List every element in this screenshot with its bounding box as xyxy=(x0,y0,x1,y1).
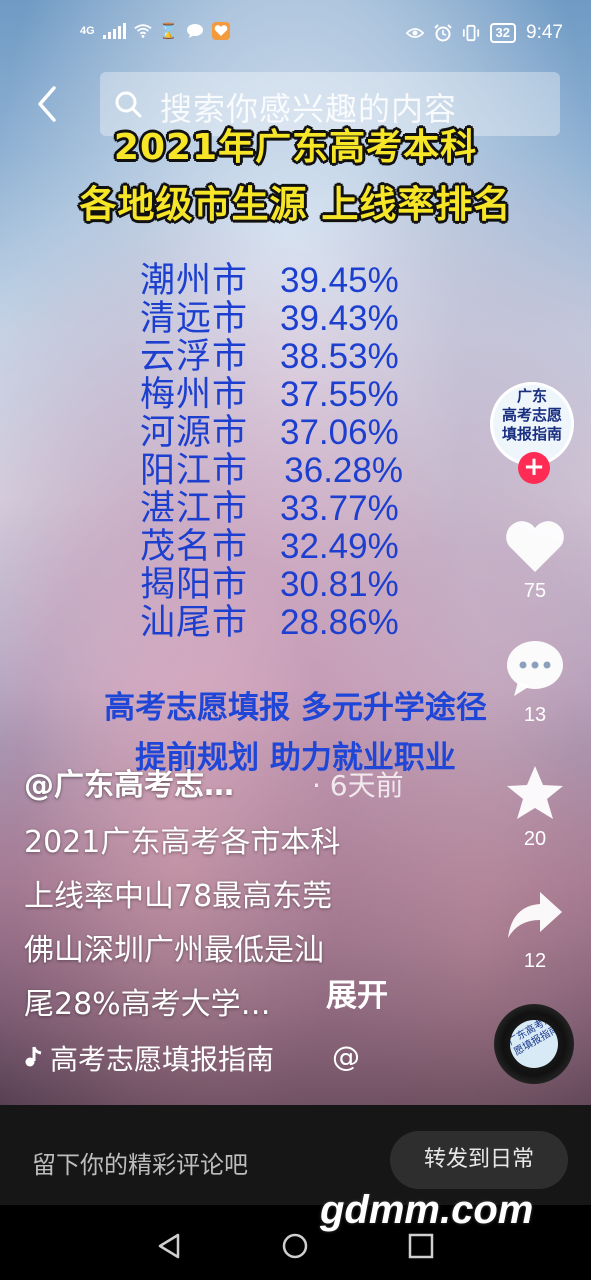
ranking-rate: 32.49% xyxy=(280,527,399,566)
ranking-city: 清远市 xyxy=(140,299,249,338)
ranking-row: 阳江市 36.28% xyxy=(140,452,440,490)
clock: 9:47 xyxy=(526,22,563,43)
share-button[interactable] xyxy=(500,888,570,948)
avatar-label: 广东 高考志愿 填报指南 xyxy=(501,387,562,443)
ranking-rate: 39.43% xyxy=(280,299,399,338)
ranking-city: 梅州市 xyxy=(140,375,249,414)
ranking-rate: 39.45% xyxy=(280,261,399,300)
favorite-button[interactable] xyxy=(500,764,570,826)
health-app-icon xyxy=(211,22,230,40)
ranking-row: 潮州市 39.45% xyxy=(140,262,440,300)
author-name[interactable]: @广东高考志… xyxy=(24,760,234,804)
ranking-city: 湛江市 xyxy=(140,489,249,528)
network-type: 4G xyxy=(80,24,95,37)
nav-back-icon[interactable] xyxy=(156,1233,182,1259)
like-button[interactable] xyxy=(500,518,570,578)
signal-icon xyxy=(102,23,126,39)
heart-icon xyxy=(506,521,564,572)
video-title-line2: 各地级市生源 上线率排名 xyxy=(79,183,512,226)
search-icon xyxy=(115,91,142,118)
status-right: 32 9:47 xyxy=(405,22,563,44)
ranking-city: 茂名市 xyxy=(140,527,249,566)
ranking-rate: 33.77% xyxy=(280,489,399,528)
ranking-rate: 36.28% xyxy=(284,451,403,490)
comment-count: 13 xyxy=(523,704,547,726)
post-time: · 6天前 xyxy=(312,769,404,802)
share-arrow-icon xyxy=(508,892,562,938)
message-icon xyxy=(186,22,204,40)
watermark: gdmm.com xyxy=(320,1188,534,1232)
comment-icon xyxy=(507,641,563,696)
ranking-rate: 28.86% xyxy=(280,603,399,642)
ranking-city: 揭阳市 xyxy=(140,565,249,604)
battery-indicator: 32 xyxy=(489,23,517,43)
ranking-row: 河源市 37.06% xyxy=(140,414,440,452)
wifi-icon xyxy=(134,22,152,40)
comment-input[interactable]: 留下你的精彩评论吧 xyxy=(32,1145,248,1180)
ranking-row: 清远市 39.43% xyxy=(140,300,440,338)
nav-home-icon[interactable] xyxy=(282,1233,308,1259)
disc-label: 广东高考志愿填报指南 xyxy=(510,1020,558,1059)
video-title-line1: 2021年广东高考本科 xyxy=(113,127,478,168)
ranking-city: 云浮市 xyxy=(140,337,249,376)
music-disc[interactable]: 广东高考志愿填报指南 xyxy=(494,1004,574,1084)
music-link[interactable]: 高考志愿填报指南 xyxy=(24,1038,274,1078)
share-count: 12 xyxy=(523,950,547,972)
ranking-rate: 38.53% xyxy=(280,337,399,376)
mention-symbol[interactable]: @ xyxy=(332,1040,360,1073)
ranking-row: 湛江市 33.77% xyxy=(140,490,440,528)
ranking-city: 河源市 xyxy=(140,413,249,452)
like-count: 75 xyxy=(523,580,547,602)
favorite-count: 20 xyxy=(523,828,547,850)
comment-button[interactable] xyxy=(500,638,570,702)
ranking-row: 茂名市 32.49% xyxy=(140,528,440,566)
description-line: 上线率中山78最高东莞 xyxy=(24,879,333,914)
hourglass-icon: ⌛ xyxy=(159,23,179,40)
music-note-icon xyxy=(24,1042,42,1075)
status-left: 4G ⌛ xyxy=(80,22,230,40)
ranking-list: 潮州市 39.45% 清远市 39.43% 云浮市 38.53% 梅州市 37.55% … xyxy=(140,262,440,642)
expand-button[interactable]: 展开 xyxy=(326,970,388,1015)
ranking-rate: 30.81% xyxy=(280,565,399,604)
alarm-icon xyxy=(433,24,452,42)
ranking-row: 云浮市 38.53% xyxy=(140,338,440,376)
eye-icon xyxy=(405,24,424,42)
music-title: 高考志愿填报指南 xyxy=(50,1043,275,1076)
status-bar: 4G ⌛ 32 9:47 xyxy=(0,0,591,74)
description-line: 2021广东高考各市本科 xyxy=(24,825,341,860)
ranking-row: 梅州市 37.55% xyxy=(140,376,440,414)
nav-recent-icon[interactable] xyxy=(408,1233,434,1259)
share-to-daily-button[interactable]: 转发到日常 xyxy=(390,1131,568,1189)
ranking-city: 汕尾市 xyxy=(140,603,249,642)
follow-button[interactable]: + xyxy=(518,452,550,484)
ranking-rate: 37.06% xyxy=(280,413,399,452)
star-icon xyxy=(507,766,563,819)
ranking-city: 阳江市 xyxy=(140,451,249,490)
ranking-rate: 37.55% xyxy=(280,375,399,414)
ranking-row: 揭阳市 30.81% xyxy=(140,566,440,604)
vibrate-icon xyxy=(462,24,480,42)
disc-cover: 广东高考志愿填报指南 xyxy=(510,1020,558,1068)
ranking-row: 汕尾市 28.86% xyxy=(140,604,440,642)
ranking-city: 潮州市 xyxy=(140,261,249,300)
